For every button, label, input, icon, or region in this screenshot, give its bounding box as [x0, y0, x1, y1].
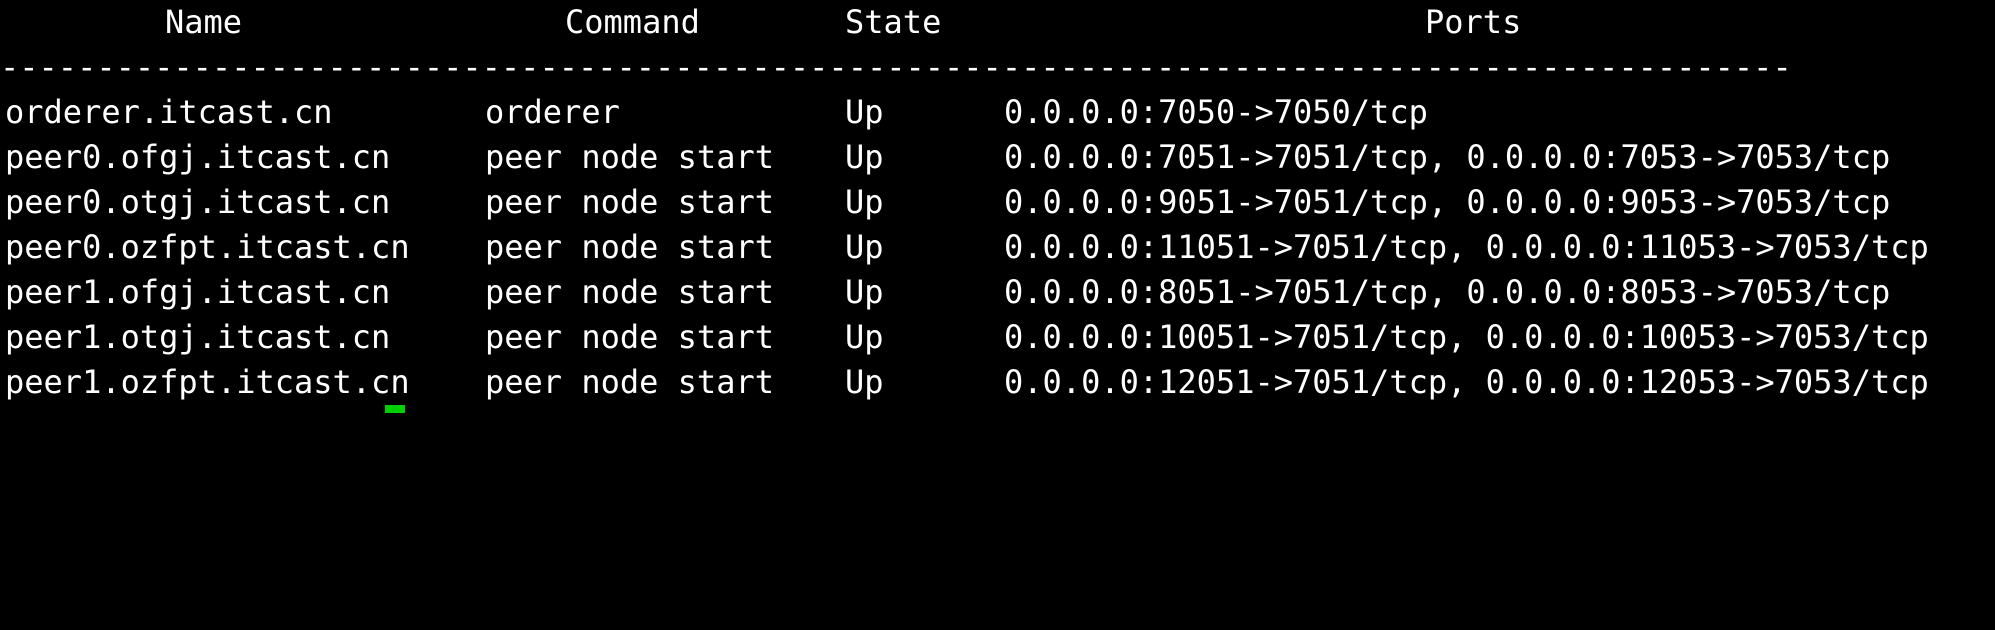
- container-command: peer node start: [485, 363, 774, 401]
- header-name: Name: [165, 3, 243, 41]
- container-name: peer0.ofgj.itcast.cn: [5, 138, 391, 176]
- table-row: peer1.ofgj.itcast.cn peer node start Up …: [0, 270, 1995, 315]
- container-command: peer node start: [485, 138, 774, 176]
- container-command: orderer: [485, 93, 620, 131]
- container-state: Up: [845, 228, 884, 266]
- table-row: peer0.ozfpt.itcast.cn peer node start Up…: [0, 225, 1995, 270]
- container-state: Up: [845, 93, 884, 131]
- container-ports: 0.0.0.0:12051->7051/tcp, 0.0.0.0:12053->…: [1004, 363, 1929, 401]
- container-state: Up: [845, 273, 884, 311]
- container-state: Up: [845, 363, 884, 401]
- container-ports: 0.0.0.0:9051->7051/tcp, 0.0.0.0:9053->70…: [1004, 183, 1891, 221]
- container-name: peer1.otgj.itcast.cn: [5, 318, 391, 356]
- container-command: peer node start: [485, 273, 774, 311]
- container-name: peer0.ozfpt.itcast.cn: [5, 228, 410, 266]
- header-state: State: [845, 3, 942, 41]
- container-ports: 0.0.0.0:10051->7051/tcp, 0.0.0.0:10053->…: [1004, 318, 1929, 356]
- container-name: peer1.ofgj.itcast.cn: [5, 273, 391, 311]
- container-name: peer1.ozfpt.itcast.cn: [5, 363, 410, 401]
- container-ports: 0.0.0.0:11051->7051/tcp, 0.0.0.0:11053->…: [1004, 228, 1929, 266]
- container-name: orderer.itcast.cn: [5, 93, 333, 131]
- header-separator: ----------------------------------------…: [0, 48, 1792, 86]
- header-ports: Ports: [1425, 3, 1522, 41]
- header-command: Command: [565, 3, 700, 41]
- container-ports: 0.0.0.0:7051->7051/tcp, 0.0.0.0:7053->70…: [1004, 138, 1891, 176]
- table-row: peer1.otgj.itcast.cn peer node start Up …: [0, 315, 1995, 360]
- table-row: peer0.otgj.itcast.cn peer node start Up …: [0, 180, 1995, 225]
- container-ports: 0.0.0.0:8051->7051/tcp, 0.0.0.0:8053->70…: [1004, 273, 1891, 311]
- container-state: Up: [845, 183, 884, 221]
- table-header-row: Name Command State Ports: [0, 0, 1995, 45]
- container-name: peer0.otgj.itcast.cn: [5, 183, 391, 221]
- container-command: peer node start: [485, 318, 774, 356]
- container-ports: 0.0.0.0:7050->7050/tcp: [1004, 93, 1428, 131]
- table-row: peer1.ozfpt.itcast.cn peer node start Up…: [0, 360, 1995, 405]
- container-state: Up: [845, 318, 884, 356]
- container-command: peer node start: [485, 228, 774, 266]
- terminal-window[interactable]: Name Command State Ports ---------------…: [0, 0, 1995, 413]
- table-row: peer0.ofgj.itcast.cn peer node start Up …: [0, 135, 1995, 180]
- container-state: Up: [845, 138, 884, 176]
- container-command: peer node start: [485, 183, 774, 221]
- table-row: orderer.itcast.cn orderer Up 0.0.0.0:705…: [0, 90, 1995, 135]
- terminal-cursor: [385, 405, 405, 413]
